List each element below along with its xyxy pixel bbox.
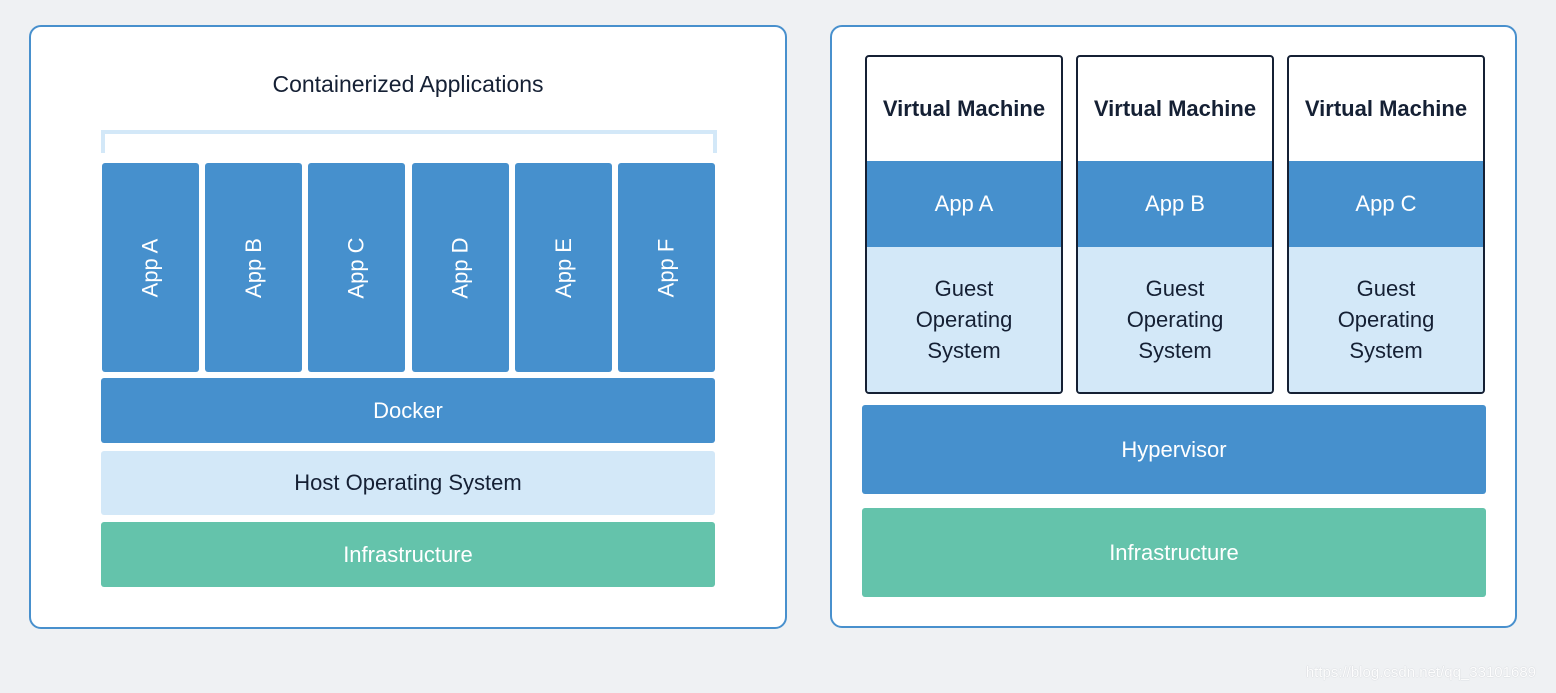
hypervisor-layer-label: Hypervisor (1121, 436, 1227, 462)
container-app-label: App F (653, 238, 679, 297)
vm-guest-os: Guest Operating System (1078, 247, 1272, 392)
container-app-label: App A (137, 238, 163, 297)
virtual-machine-a: Virtual Machine App A Guest Operating Sy… (865, 55, 1063, 394)
vm-title: Virtual Machine (1304, 96, 1468, 121)
vm-app: App B (1078, 161, 1272, 247)
hypervisor-layer: Hypervisor (862, 405, 1486, 494)
infrastructure-layer-label: Infrastructure (343, 541, 473, 567)
vm-title: Virtual Machine (1093, 96, 1257, 121)
vm-app: App A (867, 161, 1061, 247)
host-os-layer-label: Host Operating System (294, 470, 522, 495)
container-app-e: App E (515, 163, 612, 372)
vm-guest-os: Guest Operating System (867, 247, 1061, 392)
containers-diagram-panel: Containerized Applications App A App B A… (29, 25, 787, 629)
virtual-machine-c: Virtual Machine App C Guest Operating Sy… (1287, 55, 1485, 394)
container-app-label: App E (550, 237, 576, 298)
docker-layer-label: Docker (373, 397, 443, 423)
infrastructure-layer: Infrastructure (101, 522, 715, 587)
vm-app: App C (1289, 161, 1483, 247)
vm-infrastructure-layer: Infrastructure (862, 508, 1486, 597)
container-app-a: App A (102, 163, 199, 372)
container-app-label: App C (343, 236, 369, 299)
vm-guest-os: Guest Operating System (1289, 247, 1483, 392)
container-app-c: App C (308, 163, 405, 372)
vm-infrastructure-layer-label: Infrastructure (1109, 539, 1239, 565)
virtual-machine-b: Virtual Machine App B Guest Operating Sy… (1076, 55, 1274, 394)
container-app-f: App F (618, 163, 715, 372)
container-app-label: App B (240, 237, 266, 298)
watermark-text: https://blog.csdn.net/qq_33101689 (1305, 664, 1536, 681)
apps-group-bracket (101, 130, 717, 153)
containers-title: Containerized Applications (272, 71, 544, 97)
docker-layer: Docker (101, 378, 715, 443)
vm-title: Virtual Machine (882, 96, 1046, 121)
vms-diagram-panel: Virtual Machine App A Guest Operating Sy… (830, 25, 1517, 628)
container-app-label: App D (447, 236, 473, 299)
host-os-layer: Host Operating System (101, 451, 715, 515)
container-app-d: App D (412, 163, 509, 372)
container-app-b: App B (205, 163, 302, 372)
